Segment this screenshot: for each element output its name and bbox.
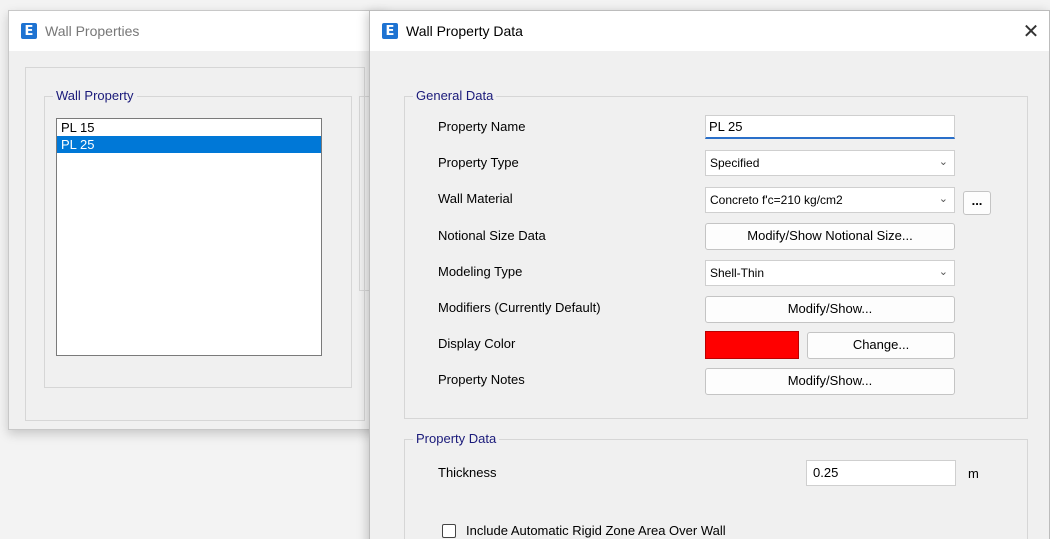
chevron-down-icon: ⌄: [938, 193, 948, 205]
wall-material-value: Concreto f'c=210 kg/cm2: [710, 193, 843, 207]
property-notes-label: Property Notes: [438, 372, 525, 387]
wall-property-list[interactable]: PL 15 PL 25: [56, 118, 322, 356]
rigid-zone-label: Include Automatic Rigid Zone Area Over W…: [466, 523, 726, 538]
wall-properties-title: Wall Properties: [45, 23, 140, 39]
modeling-type-select[interactable]: Shell-Thin ⌄: [705, 260, 955, 286]
rigid-zone-checkbox[interactable]: [442, 524, 456, 538]
property-type-label: Property Type: [438, 155, 519, 170]
property-notes-modify-show-button[interactable]: Modify/Show...: [705, 368, 955, 395]
property-name-label: Property Name: [438, 119, 526, 134]
thickness-input[interactable]: 0.25: [806, 460, 956, 486]
modifiers-label: Modifiers (Currently Default): [438, 300, 601, 315]
wall-property-data-window: E Wall Property Data ✕ General Data Prop…: [369, 10, 1050, 539]
wall-material-select[interactable]: Concreto f'c=210 kg/cm2 ⌄: [705, 187, 955, 213]
thickness-unit: m: [968, 466, 979, 481]
wall-properties-titlebar[interactable]: E Wall Properties: [9, 11, 387, 51]
display-color-label: Display Color: [438, 336, 516, 351]
wall-property-data-title: Wall Property Data: [406, 23, 523, 39]
property-name-input[interactable]: PL 25: [705, 115, 955, 139]
list-item[interactable]: PL 25: [57, 136, 321, 153]
notional-size-label: Notional Size Data: [438, 228, 546, 243]
general-data-legend: General Data: [413, 88, 497, 103]
list-item[interactable]: PL 15: [57, 119, 321, 136]
chevron-down-icon: ⌄: [938, 266, 948, 278]
display-color-swatch[interactable]: [705, 331, 799, 359]
close-icon[interactable]: ✕: [1021, 21, 1041, 41]
wall-property-data-titlebar[interactable]: E Wall Property Data: [370, 11, 1049, 51]
modeling-type-value: Shell-Thin: [710, 266, 765, 280]
etabs-app-icon: E: [382, 23, 398, 39]
modifiers-modify-show-button[interactable]: Modify/Show...: [705, 296, 955, 323]
modify-notional-size-button[interactable]: Modify/Show Notional Size...: [705, 223, 955, 250]
etabs-app-icon: E: [21, 23, 37, 39]
wall-material-more-button[interactable]: ...: [963, 191, 991, 215]
modeling-type-label: Modeling Type: [438, 264, 523, 279]
property-data-legend: Property Data: [413, 431, 500, 446]
wall-property-legend: Wall Property: [53, 88, 137, 103]
property-type-select[interactable]: Specified ⌄: [705, 150, 955, 176]
wall-material-label: Wall Material: [438, 191, 513, 206]
chevron-down-icon: ⌄: [938, 156, 948, 168]
thickness-label: Thickness: [438, 465, 497, 480]
change-color-button[interactable]: Change...: [807, 332, 955, 359]
property-type-value: Specified: [710, 156, 760, 170]
